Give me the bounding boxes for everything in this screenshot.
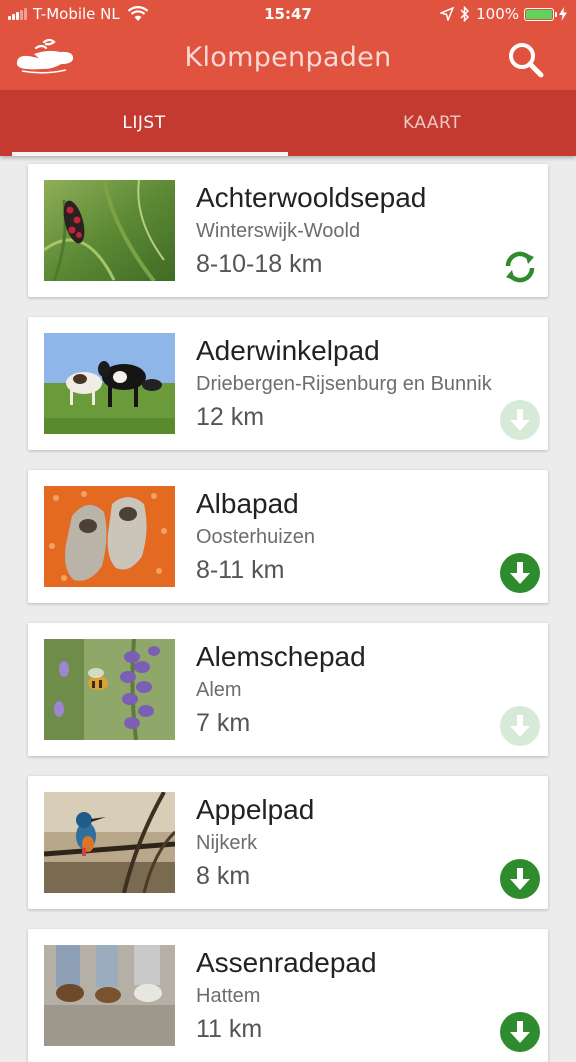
sync-icon[interactable] <box>500 247 540 287</box>
route-distance: 11 km <box>196 1015 263 1043</box>
route-location: Oosterhuizen <box>196 526 315 548</box>
app-bar: Klompenpaden <box>0 28 576 90</box>
route-card-assenradepad[interactable]: Assenradepad Hattem 11 km <box>28 929 548 1062</box>
charging-bolt-icon <box>559 7 567 21</box>
app-title: Klompenpaden <box>184 42 392 73</box>
route-location: Driebergen-Rijsenburg en Bunnik <box>196 373 492 395</box>
route-name: Appelpad <box>196 794 315 825</box>
route-name: Achterwooldsepad <box>196 182 427 213</box>
route-thumbnail <box>44 180 175 281</box>
battery-percentage: 100% <box>476 5 519 23</box>
route-card-aderwinkelpad[interactable]: Aderwinkelpad Driebergen-Rijsenburg en B… <box>28 317 548 450</box>
download-disabled-icon <box>500 400 540 440</box>
route-name: Aderwinkelpad <box>196 335 380 366</box>
download-icon[interactable] <box>500 553 540 593</box>
route-location: Nijkerk <box>196 832 258 854</box>
route-thumbnail <box>44 333 175 434</box>
route-name: Assenradepad <box>196 947 377 978</box>
location-arrow-icon <box>440 7 455 21</box>
download-icon[interactable] <box>500 1012 540 1052</box>
route-distance: 8-11 km <box>196 556 285 584</box>
route-card-appelpad[interactable]: Appelpad Nijkerk 8 km <box>28 776 548 909</box>
route-thumbnail <box>44 945 175 1046</box>
tab-kaart[interactable]: KAART <box>288 90 576 156</box>
route-location: Alem <box>196 679 242 701</box>
tab-lijst[interactable]: LIJST <box>0 90 288 156</box>
battery-icon <box>524 7 557 21</box>
search-icon[interactable] <box>506 40 546 80</box>
bluetooth-icon <box>460 6 470 22</box>
route-location: Hattem <box>196 985 261 1007</box>
route-card-albapad[interactable]: Albapad Oosterhuizen 8-11 km <box>28 470 548 603</box>
route-card-alemschepad[interactable]: Alemschepad Alem 7 km <box>28 623 548 756</box>
download-icon[interactable] <box>500 859 540 899</box>
route-thumbnail <box>44 639 175 740</box>
route-thumbnail <box>44 486 175 587</box>
route-distance: 7 km <box>196 709 251 737</box>
route-distance: 8 km <box>196 862 251 890</box>
route-name: Albapad <box>196 488 299 519</box>
active-tab-indicator <box>12 152 288 156</box>
route-location: Winterswijk-Woold <box>196 220 361 242</box>
route-distance: 12 km <box>196 403 265 431</box>
route-card-achterwooldsepad[interactable]: Achterwooldsepad Winterswijk-Woold 8-10-… <box>28 164 548 297</box>
status-bar: T-Mobile NL 15:47 100% <box>0 0 576 28</box>
route-distance: 8-10-18 km <box>196 250 323 278</box>
tab-bar: LIJST KAART <box>0 90 576 156</box>
route-thumbnail <box>44 792 175 893</box>
route-name: Alemschepad <box>196 641 366 672</box>
download-disabled-icon <box>500 706 540 746</box>
status-right: 100% <box>440 5 568 23</box>
